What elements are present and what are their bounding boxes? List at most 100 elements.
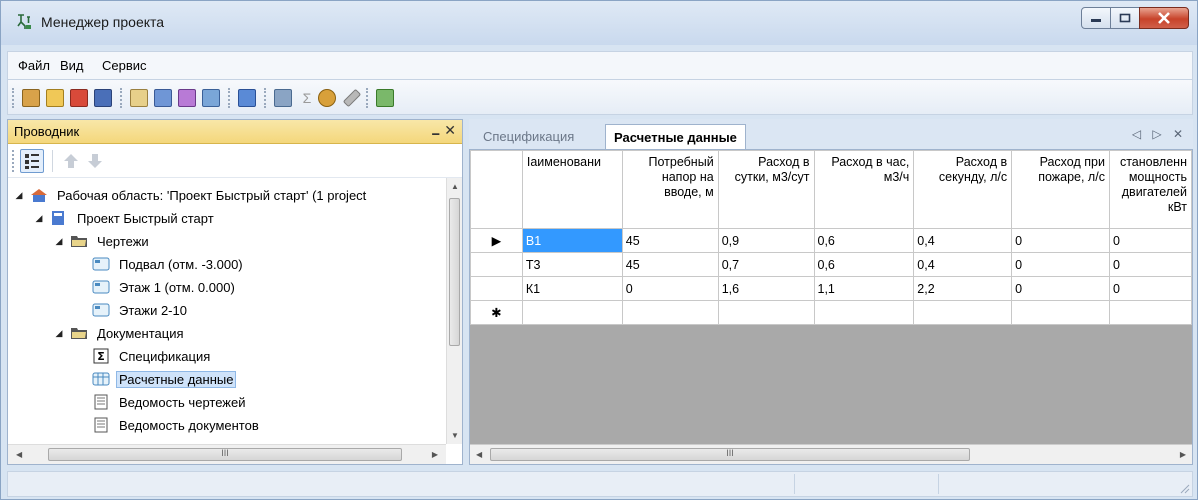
maximize-button[interactable] bbox=[1110, 7, 1140, 29]
row-marker[interactable] bbox=[470, 276, 523, 301]
grid-cell[interactable]: 1,1 bbox=[813, 276, 915, 301]
row-marker[interactable]: ▶ bbox=[470, 228, 523, 253]
calculator-icon[interactable] bbox=[274, 89, 292, 107]
scroll-up-icon[interactable]: ▲ bbox=[451, 182, 459, 191]
scroll-thumb[interactable]: III bbox=[490, 448, 970, 461]
grid-cell[interactable]: 1,6 bbox=[717, 276, 815, 301]
column-header[interactable]: Расход в час, м3/ч bbox=[813, 150, 915, 229]
grid-cell[interactable] bbox=[813, 300, 915, 325]
toolbar-grip[interactable] bbox=[12, 88, 15, 108]
tree-item-workspace[interactable]: ◢ Рабочая область: 'Проект Быстрый старт… bbox=[12, 184, 369, 206]
grid-cell[interactable] bbox=[1011, 300, 1110, 325]
grid-cell[interactable] bbox=[717, 300, 815, 325]
grid-cell[interactable]: 0,4 bbox=[913, 228, 1013, 253]
tree-item-documents-list[interactable]: Ведомость документов bbox=[88, 414, 262, 436]
row-marker[interactable] bbox=[470, 252, 523, 277]
export-icon[interactable] bbox=[376, 89, 394, 107]
grid-cell[interactable]: 0,6 bbox=[813, 228, 915, 253]
scroll-thumb[interactable]: III bbox=[48, 448, 402, 461]
tree-horizontal-scrollbar[interactable]: ◀ III ▶ bbox=[8, 444, 446, 464]
tree-item-documentation[interactable]: ◢ Документация bbox=[52, 322, 187, 344]
save-icon[interactable] bbox=[94, 89, 112, 107]
grid-cell[interactable]: 0 bbox=[1108, 252, 1193, 277]
expand-arrow-icon[interactable]: ◢ bbox=[52, 328, 66, 339]
grid-cell[interactable]: 0 bbox=[1011, 276, 1110, 301]
edit-icon[interactable] bbox=[154, 89, 172, 107]
expand-arrow-icon[interactable]: ◢ bbox=[52, 236, 66, 247]
new-icon[interactable] bbox=[22, 89, 40, 107]
tab-specification[interactable]: Спецификация bbox=[475, 124, 582, 149]
tree-item-drawings-list[interactable]: Ведомость чертежей bbox=[88, 391, 248, 413]
pin-icon[interactable]: 🗕 bbox=[432, 124, 441, 145]
grid-cell[interactable]: 0 bbox=[1011, 252, 1110, 277]
menu-view[interactable]: Вид bbox=[60, 58, 84, 73]
tree-view-button[interactable] bbox=[20, 149, 44, 173]
new-row-marker[interactable]: ✱ bbox=[470, 300, 523, 325]
column-header[interactable]: Расход в секунду, л/с bbox=[913, 150, 1013, 229]
tree-item-drawings[interactable]: ◢ Чертежи bbox=[52, 230, 152, 252]
settings-icon[interactable] bbox=[238, 89, 256, 107]
tree-item-calc-data[interactable]: Расчетные данные bbox=[88, 368, 237, 390]
scroll-left-icon[interactable]: ◀ bbox=[16, 450, 22, 459]
tree-item-project[interactable]: ◢ Проект Быстрый старт bbox=[32, 207, 217, 229]
column-header[interactable]: Расход в сутки, м3/сут bbox=[717, 150, 815, 229]
open-icon[interactable] bbox=[46, 89, 64, 107]
grid-cell[interactable]: 0 bbox=[1108, 276, 1193, 301]
move-down-icon[interactable] bbox=[86, 152, 104, 170]
tree-item-floors-2-10[interactable]: Этажи 2-10 bbox=[88, 299, 190, 321]
title-bar[interactable]: Менеджер проекта bbox=[1, 1, 1197, 45]
grid-cell[interactable]: В1 bbox=[521, 228, 623, 253]
grid-cell[interactable]: 0 bbox=[621, 276, 719, 301]
grid-cell[interactable]: 0 bbox=[1108, 228, 1193, 253]
scroll-left-icon[interactable]: ◀ bbox=[476, 450, 482, 459]
column-header[interactable]: Iаименовани bbox=[521, 150, 623, 229]
panel-close-icon[interactable]: ✕ bbox=[444, 122, 456, 139]
close-file-icon[interactable] bbox=[70, 89, 88, 107]
grid-cell[interactable] bbox=[1108, 300, 1193, 325]
grid-cell[interactable] bbox=[621, 300, 719, 325]
column-header[interactable]: Расход при пожаре, л/с bbox=[1011, 150, 1110, 229]
move-up-icon[interactable] bbox=[62, 152, 80, 170]
expand-arrow-icon[interactable]: ◢ bbox=[12, 190, 26, 201]
menu-file[interactable]: Файл bbox=[18, 58, 50, 73]
grid-cell[interactable]: 2,2 bbox=[913, 276, 1013, 301]
expand-arrow-icon[interactable]: ◢ bbox=[32, 213, 46, 224]
scroll-right-icon[interactable]: ▶ bbox=[1180, 450, 1186, 459]
grid-cell[interactable]: 45 bbox=[621, 228, 719, 253]
tab-calc-data[interactable]: Расчетные данные bbox=[605, 124, 746, 149]
resize-grip-icon[interactable] bbox=[1178, 482, 1190, 494]
workspace-icon bbox=[31, 189, 47, 202]
scroll-down-icon[interactable]: ▼ bbox=[451, 431, 459, 440]
grid-cell[interactable]: К1 bbox=[521, 276, 623, 301]
grid-cell[interactable]: 0,7 bbox=[717, 252, 815, 277]
tab-navigation[interactable]: ◁ ▷ ✕ bbox=[1132, 127, 1187, 141]
tree-item-specification[interactable]: Σ Спецификация bbox=[88, 345, 213, 367]
grid-horizontal-scrollbar[interactable]: ◀ III ▶ bbox=[470, 444, 1192, 464]
sum-icon[interactable]: Σ bbox=[298, 89, 316, 107]
scroll-right-icon[interactable]: ▶ bbox=[432, 450, 438, 459]
users-icon[interactable] bbox=[318, 89, 336, 107]
corner-cell[interactable] bbox=[470, 150, 523, 229]
window-title: Менеджер проекта bbox=[41, 14, 165, 30]
preview-icon[interactable] bbox=[202, 89, 220, 107]
menu-service[interactable]: Сервис bbox=[102, 58, 147, 73]
grid-cell[interactable]: 45 bbox=[621, 252, 719, 277]
tree-item-basement[interactable]: Подвал (отм. -3.000) bbox=[88, 253, 246, 275]
tools-icon[interactable] bbox=[342, 88, 362, 108]
grid-cell[interactable]: 0,9 bbox=[717, 228, 815, 253]
grid-cell[interactable]: Т3 bbox=[521, 252, 623, 277]
tree-vertical-scrollbar[interactable]: ▲ ▼ bbox=[446, 178, 462, 444]
grid-cell[interactable] bbox=[913, 300, 1013, 325]
close-button[interactable] bbox=[1139, 7, 1189, 29]
grid-cell[interactable] bbox=[521, 300, 623, 325]
column-header[interactable]: Потребный напор на вводе, м bbox=[621, 150, 719, 229]
column-header[interactable]: становленн мощность двигателей кВт bbox=[1108, 150, 1193, 229]
scroll-thumb[interactable] bbox=[449, 198, 460, 346]
print-icon[interactable] bbox=[178, 89, 196, 107]
grid-cell[interactable]: 0 bbox=[1011, 228, 1110, 253]
minimize-button[interactable] bbox=[1081, 7, 1111, 29]
grid-cell[interactable]: 0,4 bbox=[913, 252, 1013, 277]
tree-item-floor-1[interactable]: Этаж 1 (отм. 0.000) bbox=[88, 276, 238, 298]
grid-cell[interactable]: 0,6 bbox=[813, 252, 915, 277]
properties-icon[interactable] bbox=[130, 89, 148, 107]
